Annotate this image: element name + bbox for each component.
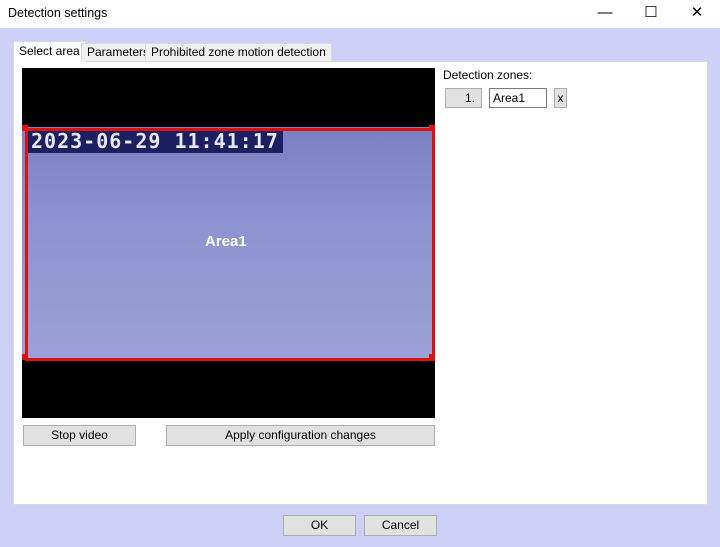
- detection-zones-label: Detection zones:: [443, 68, 533, 82]
- zone-name-input[interactable]: Area1: [489, 88, 547, 108]
- tab-parameters[interactable]: Parameters: [81, 43, 156, 61]
- minimize-button[interactable]: —: [582, 0, 628, 28]
- zone-handle[interactable]: [22, 125, 28, 131]
- camera-frame: 2023-06-29 11:41:17 Area1: [22, 125, 435, 361]
- zone-index-button[interactable]: 1.: [445, 88, 482, 108]
- video-view[interactable]: 2023-06-29 11:41:17 Area1: [22, 68, 435, 418]
- zone-handle[interactable]: [429, 354, 435, 360]
- maximize-button[interactable]: ☐: [628, 0, 674, 28]
- ok-button[interactable]: OK: [283, 515, 356, 536]
- tab-select-area[interactable]: Select area: [13, 41, 86, 62]
- tab-prohibited-zone[interactable]: Prohibited zone motion detection: [145, 43, 332, 61]
- cancel-button[interactable]: Cancel: [364, 515, 437, 536]
- stop-video-button[interactable]: Stop video: [23, 425, 136, 446]
- zone-handle[interactable]: [22, 354, 28, 360]
- zone-handle[interactable]: [429, 125, 435, 131]
- window-title: Detection settings: [8, 6, 108, 20]
- remove-zone-button[interactable]: x: [554, 88, 567, 108]
- title-bar: Detection settings — ☐ ✕: [0, 0, 720, 28]
- zone-label: Area1: [205, 233, 247, 250]
- apply-changes-button[interactable]: Apply configuration changes: [166, 425, 435, 446]
- close-button[interactable]: ✕: [674, 0, 720, 28]
